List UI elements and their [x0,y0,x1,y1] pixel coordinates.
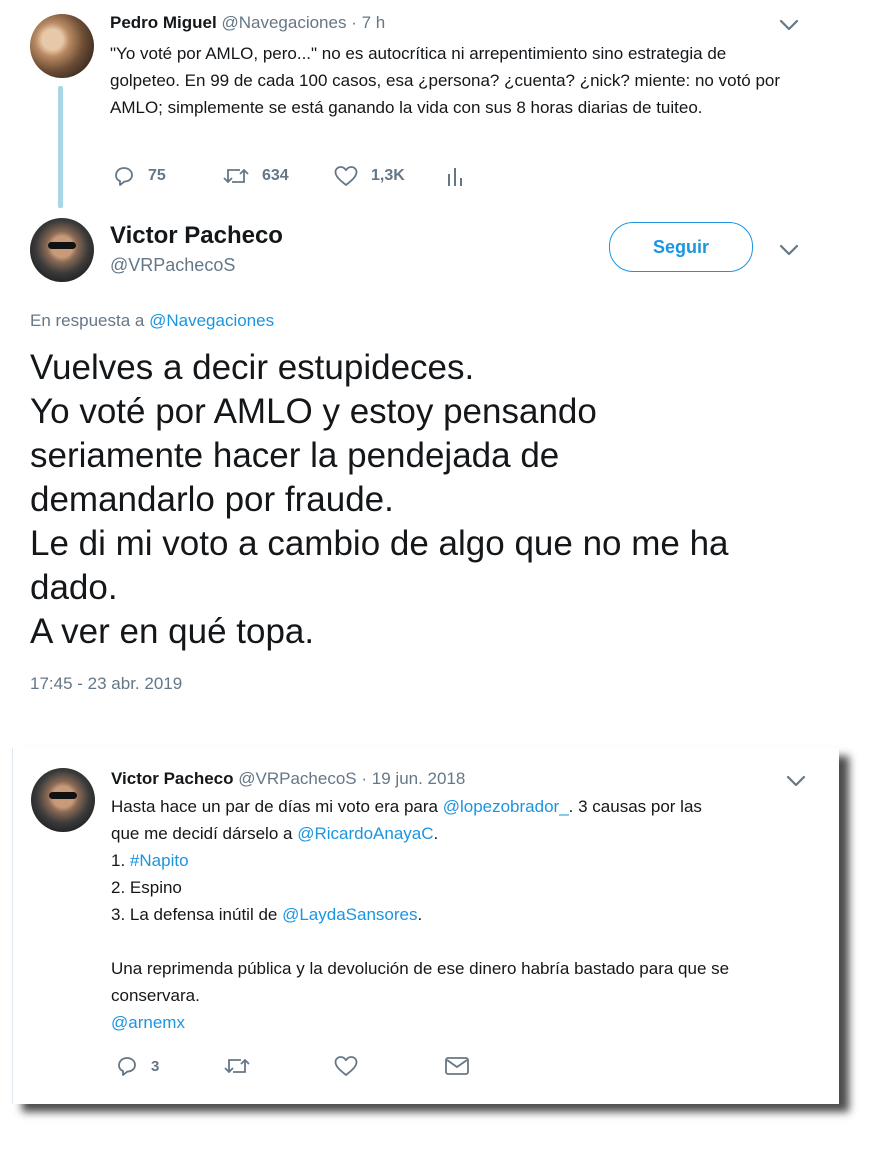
tweet2-text-line: Yo voté por AMLO y estoy pensando [30,392,597,431]
tweet3-list-item-1: 1. #Napito [111,847,821,874]
tweet3-author-name[interactable]: Victor Pacheco [111,769,234,788]
reply-context: En respuesta a @Navegaciones [30,309,274,333]
tweet3-text-segment: . 3 causas por las [568,797,702,816]
mention-arnemx[interactable]: @arnemx [111,1009,821,1036]
tweet3-line: Hasta hace un par de días mi voto era pa… [111,793,821,820]
reply-icon [112,164,136,188]
tweet2-text-line: dado. [30,568,118,607]
tweet3-text-segment: que me decidí dárselo a [111,824,293,843]
avatar-victor-pacheco-small[interactable] [31,768,95,832]
tweet3-text-segment: Hasta hace un par de días mi voto era pa… [111,797,438,816]
mention-laydasansores[interactable]: @LaydaSansores [282,905,417,924]
tweet1-text: "Yo voté por AMLO, pero..." no es autocr… [110,44,781,117]
reply-context-mention[interactable]: @Navegaciones [149,311,274,330]
tweet3-text: Hasta hace un par de días mi voto era pa… [111,793,821,1036]
mention-lopezobrador[interactable]: @lopezobrador_ [443,797,569,816]
avatar-glasses-shape [47,242,77,249]
tweet3-blank-line [111,928,821,955]
tweet1-retweet-count: 634 [262,167,289,184]
tweet3-separator: · [361,769,368,788]
reply-icon [115,1054,139,1078]
tweet1-separator: · [351,13,357,32]
tweet2-text: Vuelves a decir estupideces. Yo voté por… [30,346,850,654]
tweet3-text-segment: 1. [111,851,126,870]
tweet3-reply-action[interactable]: 3 [115,1054,159,1078]
thread-connector-line [58,86,63,208]
tweet3-line: que me decidí dárselo a @RicardoAnayaC. [111,820,821,847]
avatar-glasses-shape [48,792,78,799]
tweet1-retweet-action[interactable]: 634 [222,164,289,188]
embedded-tweet-card[interactable]: Victor Pacheco @VRPachecoS · 19 jun. 201… [12,748,839,1104]
tweet1-like-action[interactable]: 1,3K [333,164,405,188]
retweet-icon [222,164,250,188]
tweet2-author-handle[interactable]: @VRPachecoS [110,253,235,277]
reply-context-label: En respuesta a [30,311,145,330]
tweet1-menu-chevron-icon[interactable] [778,18,800,32]
heart-icon[interactable] [333,1054,359,1078]
tweet3-header: Victor Pacheco @VRPachecoS · 19 jun. 201… [111,768,465,790]
tweet3-reply-count: 3 [151,1057,160,1075]
tweet1-like-count: 1,3K [371,167,405,184]
tweet2-text-line: seriamente hacer la pendejada de [30,436,560,475]
tweet2-text-line: A ver en qué topa. [30,612,315,651]
hashtag-napito[interactable]: #Napito [130,851,189,870]
avatar-pedro-miguel[interactable] [30,14,94,78]
tweet3-author-handle[interactable]: @VRPachecoS [238,769,356,788]
tweet1-author-name[interactable]: Pedro Miguel [110,13,217,32]
tweet2-menu-chevron-icon[interactable] [778,243,800,257]
tweet3-text-segment: . [433,824,439,843]
tweet3-paragraph-2: Una reprimenda pública y la devolución d… [111,959,730,1005]
tweet3-text-segment: 3. La defensa inútil de [111,905,278,924]
follow-button[interactable]: Seguir [609,222,753,272]
tweet1-header: Pedro Miguel @Navegaciones · 7 h [110,12,385,34]
heart-icon [333,164,359,188]
tweet1-time[interactable]: 7 h [362,13,386,32]
tweet1-reply-action[interactable]: 75 [112,164,166,188]
tweet1-reply-count: 75 [148,167,166,184]
tweet1-author-handle[interactable]: @Navegaciones [221,13,346,32]
tweet2-text-line: demandarlo por fraude. [30,480,394,519]
tweet2-text-line: Le di mi voto a cambio de algo que no me… [30,524,729,563]
tweet3-list-item-3: 3. La defensa inútil de @LaydaSansores. [111,901,821,928]
tweet2-text-line: Vuelves a decir estupideces. [30,348,475,387]
tweet2-author-name[interactable]: Victor Pacheco [110,221,283,251]
tweet3-text-segment: . [417,905,423,924]
mention-ricardoanayac[interactable]: @RicardoAnayaC [297,824,433,843]
tweet3-menu-chevron-icon[interactable] [785,774,807,788]
tweet2-timestamp[interactable]: 17:45 - 23 abr. 2019 [30,672,182,696]
direct-message-icon[interactable] [444,1055,470,1077]
avatar-victor-pacheco[interactable] [30,218,94,282]
tweet3-date[interactable]: 19 jun. 2018 [372,769,466,788]
tweet3-list-item-2: 2. Espino [111,878,182,897]
analytics-icon[interactable] [446,166,464,188]
retweet-icon[interactable] [223,1054,251,1078]
